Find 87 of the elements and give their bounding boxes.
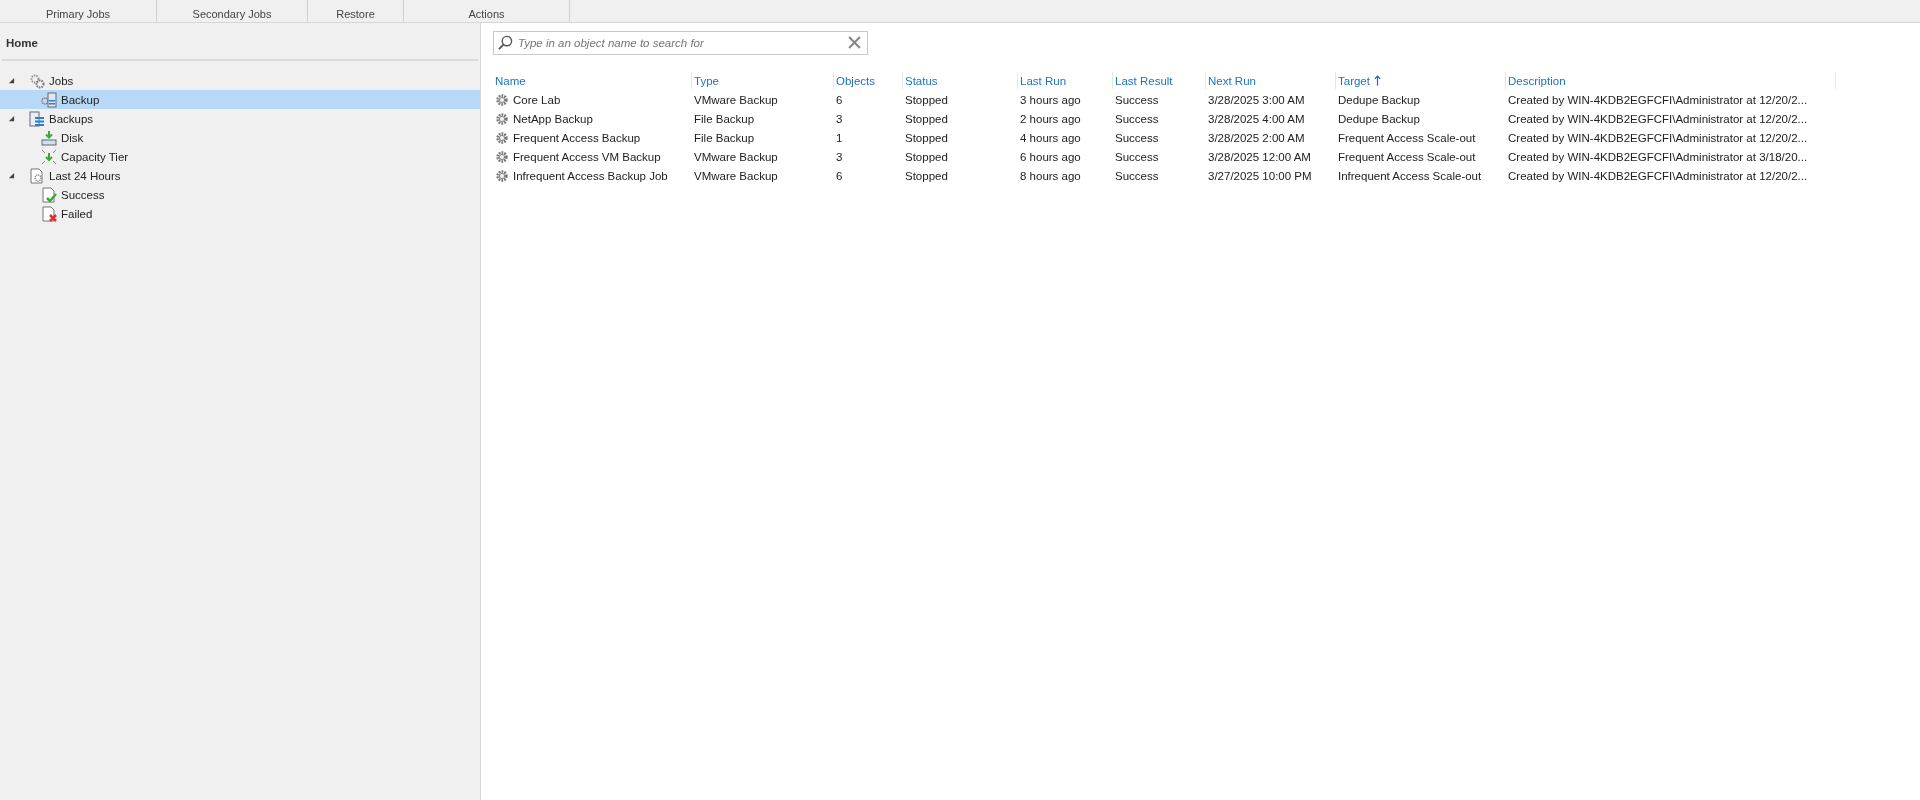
table-cell: VMware Backup — [694, 93, 778, 106]
ribbon-group-label: Secondary Jobs — [192, 8, 272, 20]
table-cell: Success — [1115, 112, 1159, 125]
table-cell: Stopped — [905, 131, 948, 144]
table-cell: Frequent Access Scale-out — [1338, 131, 1476, 144]
table-cell: Success — [1115, 131, 1159, 144]
table-cell: Stopped — [905, 112, 948, 125]
table-cell: Success — [1115, 169, 1159, 182]
table-cell: 6 — [836, 93, 843, 106]
ribbon-group-label: Actions — [468, 8, 505, 20]
column-header[interactable]: Type — [694, 74, 719, 87]
table-cell: 4 hours ago — [1020, 131, 1081, 144]
table-cell: Core Lab — [513, 93, 561, 106]
table-cell: Success — [1115, 93, 1159, 106]
column-header[interactable]: Last Result — [1115, 74, 1173, 87]
table-cell: 1 — [836, 131, 843, 144]
table-cell: Created by WIN-4KDB2EGFCFI\Administrator at 12/20/2... — [1508, 131, 1808, 144]
tree-item[interactable]: Success — [0, 185, 480, 204]
table-cell: 6 hours ago — [1020, 150, 1081, 163]
gear-icon — [495, 111, 509, 126]
table-cell: 3/28/2025 12:00 AM — [1208, 150, 1311, 163]
table-cell: Infrequent Access Backup Job — [513, 169, 668, 182]
table-cell: 3 — [836, 150, 843, 163]
table-cell: Dedupe Backup — [1338, 112, 1420, 125]
column-header[interactable]: Objects — [836, 74, 875, 87]
table-cell: 8 hours ago — [1020, 169, 1081, 182]
search-field[interactable]: Type in an object name to search for — [493, 31, 868, 55]
table-cell: File Backup — [694, 112, 755, 125]
table-cell: Stopped — [905, 169, 948, 182]
gear-icon — [495, 168, 509, 183]
column-header[interactable]: Status — [905, 74, 938, 87]
table-cell: Dedupe Backup — [1338, 93, 1420, 106]
table-cell: 3/28/2025 3:00 AM — [1208, 93, 1305, 106]
capacity-icon — [41, 148, 57, 165]
tree-item[interactable]: Failed — [0, 204, 480, 223]
backups-icon — [29, 110, 45, 127]
collapse-arrow-icon[interactable] — [8, 172, 15, 179]
tree-item[interactable]: Jobs — [0, 71, 480, 90]
table-cell: Frequent Access Backup — [513, 131, 641, 144]
ribbon-group-label: Restore — [336, 8, 375, 20]
table-cell: Created by WIN-4KDB2EGFCFI\Administrator at 12/20/2... — [1508, 93, 1808, 106]
pane-title: Home — [5, 36, 39, 51]
tree-item[interactable]: Backup — [0, 90, 480, 109]
table-cell: 3 hours ago — [1020, 93, 1081, 106]
column-header[interactable]: Target — [1338, 74, 1370, 87]
gear-icon — [495, 92, 509, 107]
table-cell: Frequent Access Scale-out — [1338, 150, 1476, 163]
sort-arrow-icon — [1373, 75, 1381, 86]
table-cell: 3/28/2025 4:00 AM — [1208, 112, 1305, 125]
table-cell: 3/28/2025 2:00 AM — [1208, 131, 1305, 144]
table-cell: Stopped — [905, 93, 948, 106]
table-cell: Created by WIN-4KDB2EGFCFI\Administrator at 3/18/20... — [1508, 150, 1808, 163]
column-header[interactable]: Name — [495, 74, 526, 87]
table-cell: Created by WIN-4KDB2EGFCFI\Administrator at 12/20/2... — [1508, 169, 1808, 182]
document-gear-icon — [29, 167, 45, 184]
column-header[interactable]: Description — [1508, 74, 1566, 87]
table-cell: Frequent Access VM Backup — [513, 150, 661, 163]
tree-item[interactable]: Last 24 Hours — [0, 166, 480, 185]
tree-item[interactable]: Disk — [0, 128, 480, 147]
table-cell: Infrequent Access Scale-out — [1338, 169, 1482, 182]
collapse-arrow-icon[interactable] — [8, 115, 15, 122]
table-cell: Stopped — [905, 150, 948, 163]
column-header[interactable]: Last Run — [1020, 74, 1067, 87]
search-icon — [498, 35, 513, 50]
table-cell: 3/27/2025 10:00 PM — [1208, 169, 1312, 182]
gear-icon — [495, 130, 509, 145]
table-cell: VMware Backup — [694, 150, 778, 163]
table-cell: 6 — [836, 169, 843, 182]
ribbon-group-label: Primary Jobs — [45, 8, 111, 20]
table-cell: 2 hours ago — [1020, 112, 1081, 125]
disk-icon — [41, 129, 57, 146]
failed-icon — [41, 205, 57, 222]
gears-icon — [29, 72, 45, 89]
table-cell: NetApp Backup — [513, 112, 593, 125]
success-icon — [41, 186, 57, 203]
table-cell: Created by WIN-4KDB2EGFCFI\Administrator at 12/20/2... — [1508, 112, 1808, 125]
table-cell: 3 — [836, 112, 843, 125]
clear-icon[interactable] — [848, 36, 861, 49]
tree-item[interactable]: Backups — [0, 109, 480, 128]
backup-job-icon — [41, 91, 57, 108]
table-cell: Success — [1115, 150, 1159, 163]
collapse-arrow-icon[interactable] — [8, 77, 15, 84]
gear-icon — [495, 149, 509, 164]
table-cell: File Backup — [694, 131, 755, 144]
table-cell: VMware Backup — [694, 169, 778, 182]
column-header[interactable]: Next Run — [1208, 74, 1256, 87]
tree-item[interactable]: Capacity Tier — [0, 147, 480, 166]
